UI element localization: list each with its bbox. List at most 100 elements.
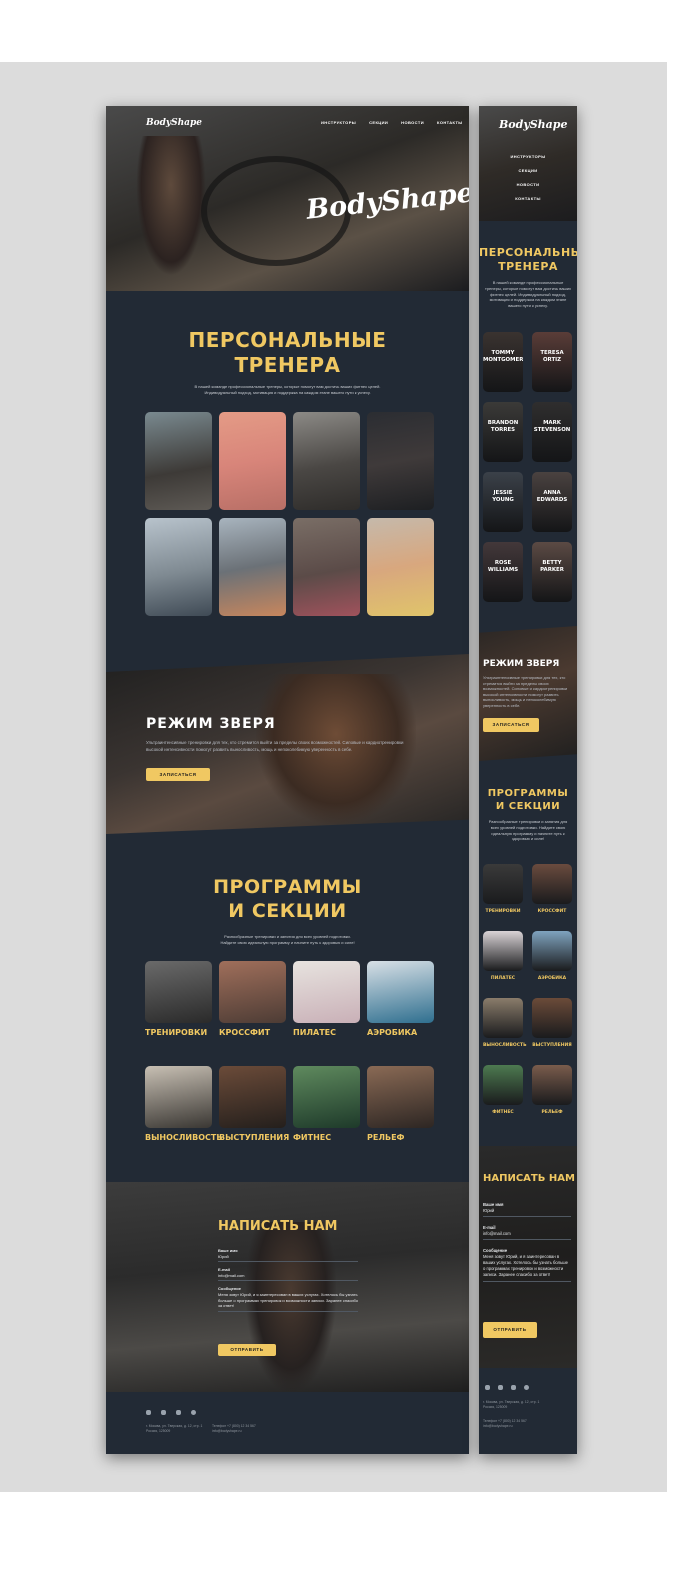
trainer-name: ANNA EDWARDS (536, 490, 568, 504)
trainers-description: В нашей команде профессиональные тренеры… (194, 384, 381, 395)
program-label[interactable]: ВЫНОСЛИВОСТЬ (483, 1043, 527, 1048)
trainer-name: JESSIE YOUNG (492, 490, 514, 504)
trainer-photo[interactable] (367, 412, 434, 510)
program-label[interactable]: РЕЛЬЕФ (367, 1133, 404, 1142)
trainer-photo[interactable] (293, 412, 360, 510)
trainer-name: ROSE WILLIAMS (487, 560, 519, 574)
trainer-photo[interactable] (293, 518, 360, 616)
email-field[interactable]: info@mail.com (218, 1272, 358, 1281)
contact-title: НАПИСАТЬ НАМ (218, 1219, 338, 1234)
trainer-photo[interactable] (219, 518, 286, 616)
trainers-description: В нашей команде профессиональные тренеры… (485, 280, 572, 309)
trainer-card[interactable]: BETTY PARKER (532, 542, 572, 602)
desktop-page: BodyShape ИНСТРУКТОРЫ СЕКЦИИ НОВОСТИ КОН… (106, 106, 469, 1454)
program-photo[interactable] (367, 961, 434, 1023)
program-photo[interactable] (219, 1066, 286, 1128)
program-label[interactable]: КРОССФИТ (532, 909, 572, 914)
program-photo[interactable] (483, 998, 523, 1038)
send-button[interactable]: ОТПРАВИТЬ (483, 1322, 537, 1338)
program-label[interactable]: КРОССФИТ (219, 1028, 270, 1037)
athlete-silhouette (136, 136, 206, 276)
program-photo[interactable] (145, 1066, 212, 1128)
nav-sections[interactable]: СЕКЦИИ (518, 168, 537, 173)
program-label[interactable]: ВЫНОСЛИВОСТЬ (145, 1133, 222, 1142)
trainer-card[interactable]: JESSIE YOUNG (483, 472, 523, 532)
trainer-name: BETTY PARKER (540, 560, 564, 574)
ok-icon[interactable] (511, 1385, 516, 1390)
trainer-card[interactable]: TERESA ORTIZ (532, 332, 572, 392)
program-label[interactable]: ПИЛАТЕС (293, 1028, 336, 1037)
program-label[interactable]: ФИТНЕС (483, 1110, 523, 1115)
vk-icon[interactable] (146, 1410, 151, 1415)
nav-contacts[interactable]: КОНТАКТЫ (515, 196, 541, 201)
telegram-icon[interactable] (191, 1410, 196, 1415)
header-logo[interactable]: BodyShape (499, 118, 567, 131)
header-logo[interactable]: BodyShape (146, 118, 202, 128)
signup-button[interactable]: ЗАПИСАТЬСЯ (483, 718, 539, 732)
program-photo[interactable] (219, 961, 286, 1023)
program-label[interactable]: ФИТНЕС (293, 1133, 331, 1142)
message-field[interactable]: Меня зовут Юрий, и я заинтересован в ваш… (483, 1253, 571, 1282)
program-photo[interactable] (483, 864, 523, 904)
send-button[interactable]: ОТПРАВИТЬ (218, 1344, 276, 1356)
programs-description: Разнообразные тренировки и занятия для в… (220, 934, 355, 945)
program-label[interactable]: АЭРОБИКА (367, 1028, 417, 1037)
trainer-photo[interactable] (367, 518, 434, 616)
ok-icon[interactable] (176, 1410, 181, 1415)
program-photo[interactable] (532, 931, 572, 971)
social-links (146, 1410, 196, 1415)
program-label[interactable]: ВЫСТУПЛЕНИЯ (532, 1043, 572, 1048)
trainer-photo[interactable] (145, 412, 212, 510)
program-label[interactable]: ТРЕНИРОВКИ (145, 1028, 207, 1037)
program-photo[interactable] (293, 1066, 360, 1128)
email-field[interactable]: info@mail.com (483, 1230, 571, 1240)
nav-contacts[interactable]: КОНТАКТЫ (437, 120, 463, 125)
trainer-photo[interactable] (219, 412, 286, 510)
vk-icon[interactable] (485, 1385, 490, 1390)
contact-form: Ваше имя Юрий E-mail info@mail.com Сообщ… (483, 1202, 571, 1282)
program-photo[interactable] (532, 1065, 572, 1105)
message-field[interactable]: Меня зовут Юрий, и я заинтересован в ваш… (218, 1291, 358, 1312)
trainer-card[interactable]: BRANDON TORRES (483, 402, 523, 462)
program-label[interactable]: ВЫСТУПЛЕНИЯ (219, 1133, 289, 1142)
trainer-name: BRANDON TORRES (487, 420, 519, 434)
program-label[interactable]: РЕЛЬЕФ (532, 1110, 572, 1115)
trainer-photo[interactable] (145, 518, 212, 616)
signup-button[interactable]: ЗАПИСАТЬСЯ (146, 768, 210, 781)
telegram-icon[interactable] (524, 1385, 529, 1390)
trainer-card[interactable]: TOMMY MONTGOMERY (483, 332, 523, 392)
trainer-card[interactable]: ANNA EDWARDS (532, 472, 572, 532)
programs-title: ПРОГРАММЫ И СЕКЦИИ (487, 788, 569, 812)
trainer-card[interactable]: ROSE WILLIAMS (483, 542, 523, 602)
nav-instructors[interactable]: ИНСТРУКТОРЫ (510, 154, 545, 159)
name-field[interactable]: Юрий (218, 1253, 358, 1262)
social-links (485, 1385, 529, 1390)
trainer-name: MARK STEVENSON (533, 420, 571, 434)
main-nav: ИНСТРУКТОРЫ СЕКЦИИ НОВОСТИ КОНТАКТЫ (321, 120, 463, 125)
program-label[interactable]: АЭРОБИКА (532, 976, 572, 981)
program-photo[interactable] (483, 1065, 523, 1105)
program-photo[interactable] (532, 998, 572, 1038)
mobile-page: BodyShape ИНСТРУКТОРЫ СЕКЦИИ НОВОСТИ КОН… (479, 106, 577, 1454)
nav-news[interactable]: НОВОСТИ (401, 120, 424, 125)
program-label[interactable]: ПИЛАТЕС (483, 976, 523, 981)
nav-news[interactable]: НОВОСТИ (517, 182, 540, 187)
trainers-title: ПЕРСОНАЛЬНЫЕТРЕНЕРА (188, 328, 387, 377)
beast-mode-title: РЕЖИМ ЗВЕРЯ (483, 659, 560, 669)
contact-form: Ваше имя Юрий E-mail info@mail.com Сообщ… (218, 1248, 358, 1312)
trainer-card[interactable]: MARK STEVENSON (532, 402, 572, 462)
name-field[interactable]: Юрий (483, 1207, 571, 1217)
program-photo[interactable] (532, 864, 572, 904)
mail-icon[interactable] (161, 1410, 166, 1415)
program-label[interactable]: ТРЕНИРОВКИ (483, 909, 523, 914)
program-photo[interactable] (367, 1066, 434, 1128)
nav-sections[interactable]: СЕКЦИИ (369, 120, 388, 125)
main-nav: ИНСТРУКТОРЫ СЕКЦИИ НОВОСТИ КОНТАКТЫ (479, 150, 577, 206)
nav-instructors[interactable]: ИНСТРУКТОРЫ (321, 120, 356, 125)
beast-mode-description: Ультраинтенсивные тренировки для тех, кт… (483, 675, 568, 708)
trainer-name: TERESA ORTIZ (540, 350, 564, 364)
mail-icon[interactable] (498, 1385, 503, 1390)
program-photo[interactable] (293, 961, 360, 1023)
program-photo[interactable] (145, 961, 212, 1023)
program-photo[interactable] (483, 931, 523, 971)
